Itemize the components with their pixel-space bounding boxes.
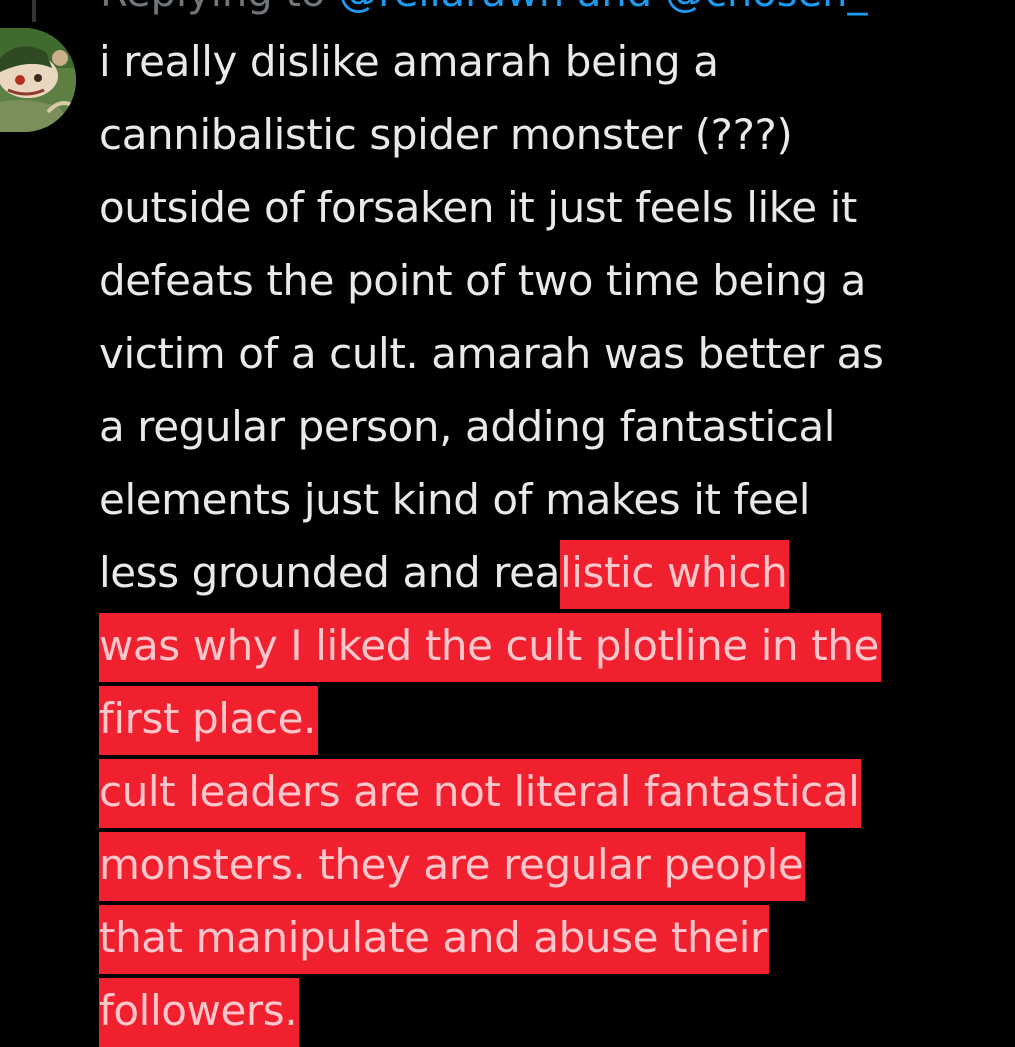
tweet-line: cannibalistic spider monster (???) [99,98,999,171]
tweet-line: a regular person, adding fantastical [99,390,999,463]
tweet-line: cult leaders are not literal fantastical [99,755,999,828]
highlighted-text: monsters. they are regular people [99,832,806,901]
tweet-line-text: a regular person, adding fantastical [99,402,836,451]
thread-connector-line [32,0,36,22]
reply-prefix: Replying to [100,0,338,16]
tweet-line: first place. [99,682,999,755]
tweet-line: followers. [99,974,999,1047]
highlighted-text: that manipulate and abuse their [99,905,769,974]
tweet-line: victim of a cult. amarah was better as [99,317,999,390]
tweet-line-text: defeats the point of two time being a [99,256,866,305]
tweet-line: less grounded and realistic which [99,536,999,609]
tweet-line-text: elements just kind of makes it feel [99,475,811,524]
tweet-line-text: victim of a cult. amarah was better as [99,329,884,378]
avatar[interactable] [0,28,76,132]
reply-mentions-link[interactable]: @rellarawn and @chosen_ [338,0,867,16]
highlighted-text: followers. [99,978,300,1047]
tweet-line-text: less grounded and rea [99,548,560,597]
tweet-line: elements just kind of makes it feel [99,463,999,536]
avatar-image [0,28,76,132]
tweet-text: i really dislike amarah being a cannibal… [99,25,999,1047]
tweet-line: that manipulate and abuse their [99,901,999,974]
tweet-line: monsters. they are regular people [99,828,999,901]
highlighted-text: cult leaders are not literal fantastical [99,759,862,828]
tweet-line-text: cannibalistic spider monster (???) [99,110,793,159]
reply-header: Replying to @rellarawn and @chosen_ [100,0,867,16]
tweet-line: was why I liked the cult plotline in the [99,609,999,682]
tweet-line: i really dislike amarah being a [99,25,999,98]
highlighted-text: listic which [559,540,790,609]
tweet-line-text: outside of forsaken it just feels like i… [99,183,857,232]
highlighted-text: first place. [99,686,318,755]
tweet-line: defeats the point of two time being a [99,244,999,317]
highlighted-text: was why I liked the cult plotline in the [99,613,881,682]
tweet-line: outside of forsaken it just feels like i… [99,171,999,244]
tweet-line-text: i really dislike amarah being a [99,37,719,86]
